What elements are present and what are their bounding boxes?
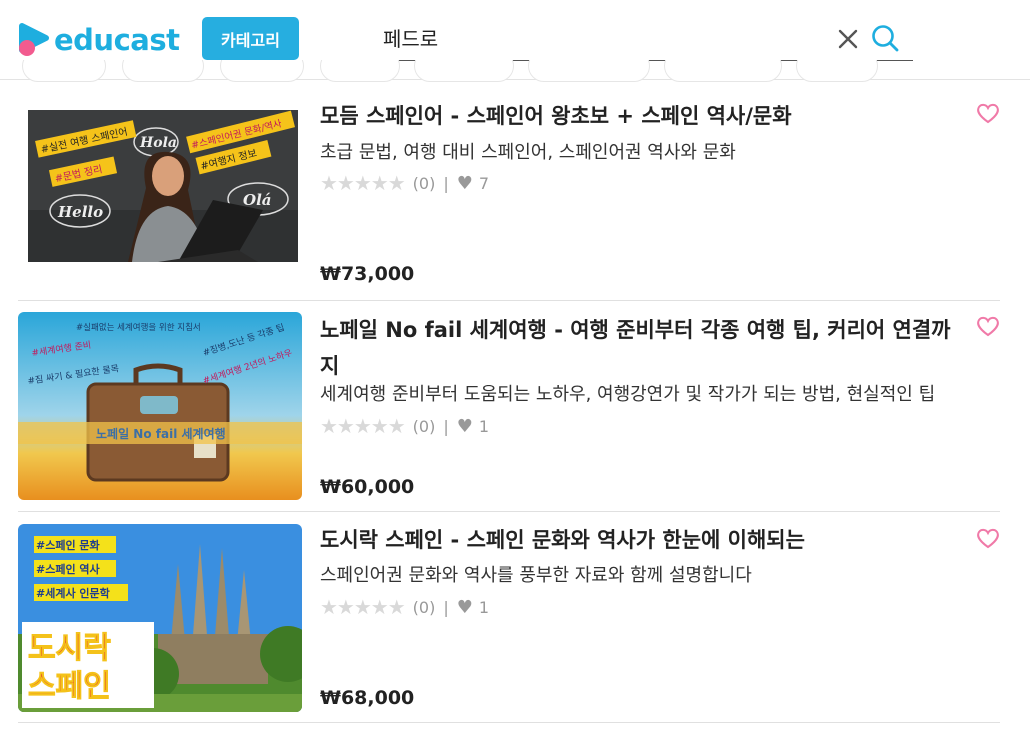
thumb-tag: #스페인 문화 bbox=[36, 538, 100, 552]
course-title[interactable]: 모듬 스페인어 - 스페인어 왕초보 + 스페인 역사/문화 bbox=[320, 98, 960, 134]
course-card[interactable]: #스페인 문화 #스페인 역사 #세계사 인문학 도시락 스페인 도시락 스페인… bbox=[18, 512, 1000, 723]
thumb-caption: 노페일 No fail 세계여행 bbox=[96, 426, 226, 441]
thumb-word: Hola bbox=[139, 135, 177, 151]
filter-chip[interactable] bbox=[528, 60, 650, 82]
separator: | bbox=[443, 416, 449, 436]
heart-outline-icon[interactable] bbox=[976, 315, 1000, 337]
heart-outline-icon[interactable] bbox=[976, 527, 1000, 549]
filter-chip[interactable] bbox=[320, 60, 400, 82]
logo-mark-icon bbox=[18, 22, 50, 58]
thumb-title-line: 스페인 bbox=[28, 669, 111, 704]
filter-chip[interactable] bbox=[22, 60, 106, 82]
heart-filled-icon: ♥ bbox=[456, 172, 473, 194]
heart-filled-icon: ♥ bbox=[456, 596, 473, 618]
thumb-title-line: 도시락 bbox=[28, 631, 111, 666]
heart-filled-icon: ♥ bbox=[456, 415, 473, 437]
course-subtitle: 스페인어권 문화와 역사를 풍부한 자료와 함께 설명합니다 bbox=[320, 565, 752, 586]
rating-count: (0) bbox=[412, 416, 436, 436]
filter-chip[interactable] bbox=[796, 60, 878, 82]
search-icon[interactable] bbox=[870, 23, 900, 53]
rating-count: (0) bbox=[412, 597, 436, 617]
filter-chip[interactable] bbox=[122, 60, 204, 82]
course-thumbnail[interactable]: Hola Hello Olá #실전 여행 스페인어 #문법 정리 #스페인어권… bbox=[28, 110, 298, 262]
separator: | bbox=[443, 597, 449, 617]
thumb-word: Olá bbox=[243, 191, 271, 209]
course-subtitle: 초급 문법, 여행 대비 스페인어, 스페인어권 역사와 문화 bbox=[320, 142, 736, 163]
course-meta: ★★★★★ (0) | ♥ 1 bbox=[320, 414, 490, 438]
likes-count: 7 bbox=[478, 173, 490, 193]
course-price: ₩68,000 bbox=[320, 687, 415, 709]
thumb-tag: #세계사 인문학 bbox=[36, 586, 110, 600]
rating-stars-icon: ★★★★★ bbox=[320, 171, 406, 195]
filter-chip[interactable] bbox=[664, 60, 782, 82]
rating-stars-icon: ★★★★★ bbox=[320, 414, 406, 438]
course-price: ₩73,000 bbox=[320, 263, 415, 285]
search-input[interactable] bbox=[383, 22, 813, 52]
rating-stars-icon: ★★★★★ bbox=[320, 595, 406, 619]
logo[interactable]: educast bbox=[18, 20, 180, 60]
course-subtitle: 세계여행 준비부터 도움되는 노하우, 여행강연가 및 작가가 되는 방법, 현… bbox=[320, 384, 936, 405]
course-meta: ★★★★★ (0) | ♥ 7 bbox=[320, 171, 490, 195]
course-thumbnail[interactable]: 노페일 No fail 세계여행 #실패없는 세계여행을 위한 지침서 #세계여… bbox=[18, 312, 302, 500]
course-title[interactable]: 노페일 No fail 세계여행 - 여행 준비부터 각종 여행 팁, 커리어 … bbox=[320, 312, 960, 384]
thumb-tag: #스페인 역사 bbox=[36, 562, 101, 576]
logo-text: educast bbox=[54, 23, 180, 57]
course-price: ₩60,000 bbox=[320, 476, 415, 498]
search-bar bbox=[373, 16, 913, 61]
thumb-word: Hello bbox=[57, 203, 103, 221]
likes-count: 1 bbox=[478, 597, 490, 617]
course-card[interactable]: 노페일 No fail 세계여행 #실패없는 세계여행을 위한 지침서 #세계여… bbox=[18, 301, 1000, 512]
separator: | bbox=[443, 173, 449, 193]
thumb-tag: #실패없는 세계여행을 위한 지침서 bbox=[76, 322, 201, 333]
heart-outline-icon[interactable] bbox=[976, 102, 1000, 124]
course-card[interactable]: Hola Hello Olá #실전 여행 스페인어 #문법 정리 #스페인어권… bbox=[18, 82, 1000, 301]
category-button[interactable]: 카테고리 bbox=[202, 17, 299, 60]
filter-chip[interactable] bbox=[414, 60, 514, 82]
filter-chip-row bbox=[0, 60, 1030, 84]
rating-count: (0) bbox=[412, 173, 436, 193]
clear-icon[interactable] bbox=[835, 26, 861, 52]
course-title[interactable]: 도시락 스페인 - 스페인 문화와 역사가 한눈에 이해되는 bbox=[320, 522, 960, 558]
filter-chip[interactable] bbox=[220, 60, 304, 82]
likes-count: 1 bbox=[478, 416, 490, 436]
course-thumbnail[interactable]: #스페인 문화 #스페인 역사 #세계사 인문학 도시락 스페인 bbox=[18, 524, 302, 712]
course-meta: ★★★★★ (0) | ♥ 1 bbox=[320, 595, 490, 619]
